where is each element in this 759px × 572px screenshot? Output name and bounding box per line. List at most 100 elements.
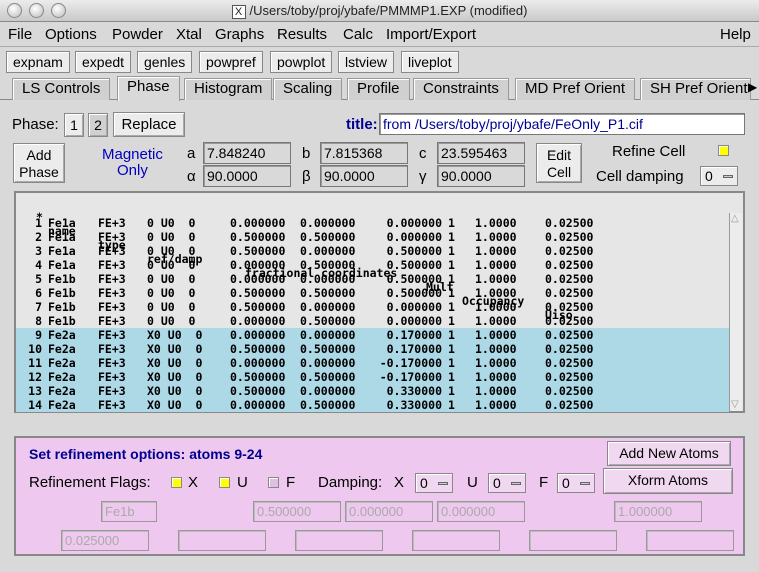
atom-row[interactable]: 1 Fe1a FE+3 0 U0 0 0.000000 0.000000 0.000000 1… (16, 216, 729, 230)
atom-cell-x: 0.000000 (230, 328, 286, 342)
atom-cell-y: 0.000000 (300, 328, 356, 342)
menu-powder[interactable]: Powder (112, 26, 163, 43)
cell-damping-value: 0 (705, 168, 713, 184)
menu-graphs[interactable]: Graphs (215, 26, 264, 43)
atom-cell-z: 0.000000 (386, 314, 442, 328)
tab-ls-controls[interactable]: LS Controls (12, 78, 111, 100)
atom-cell-z: 0.500000 (386, 258, 442, 272)
tab-scaling[interactable]: Scaling (273, 78, 343, 100)
atom-row[interactable]: 5 Fe1b FE+3 0 U0 0 0.000000 0.000000 0.500000 1… (16, 272, 729, 286)
atom-cell-ref: 0 U0 0 (147, 286, 196, 300)
atom-cell-name: Fe1a (48, 258, 76, 272)
atom-row[interactable]: 9 Fe2a FE+3 X0 U0 0 0.000000 0.000000 0.170000… (16, 328, 729, 342)
powplot-button[interactable]: powplot (270, 51, 333, 73)
tab-md-pref-orient[interactable]: MD Pref Orient (515, 78, 636, 100)
atom-row[interactable]: 10 Fe2a FE+3 X0 U0 0 0.500000 0.500000 0.17000… (16, 342, 729, 356)
empty-field-2[interactable] (295, 530, 383, 551)
tab-histogram[interactable]: Histogram (184, 78, 273, 100)
cell-damping-menu[interactable]: 0 (700, 166, 738, 186)
lstview-button[interactable]: lstview (338, 51, 395, 73)
menubar: File Options Powder Xtal Graphs Results … (0, 23, 759, 47)
atom-cell-name: Fe1b (48, 286, 76, 300)
atom-cell-type: FE+3 (98, 272, 126, 286)
atom-cell-name: Fe2a (48, 328, 76, 342)
atom-z-field[interactable]: 0.000000 (437, 501, 525, 522)
atom-row[interactable]: 11 Fe2a FE+3 X0 U0 0 0.000000 0.000000 -0.1700… (16, 356, 729, 370)
menu-help[interactable]: Help (720, 26, 751, 43)
atom-cell-ref: X0 U0 0 (147, 384, 203, 398)
refine-cell-checkbox[interactable] (718, 145, 729, 156)
tab-scroll-right-icon[interactable]: ▶ (748, 80, 757, 94)
menu-options[interactable]: Options (45, 26, 97, 43)
atom-y-field[interactable]: 0.000000 (345, 501, 433, 522)
damp-u-menu[interactable]: 0 (488, 473, 526, 493)
atom-row[interactable]: 8 Fe1b FE+3 0 U0 0 0.000000 0.500000 0.000000 1… (16, 314, 729, 328)
atom-cell-uiso: 0.02500 (545, 230, 594, 244)
atom-cell-mult: 1 (448, 286, 455, 300)
flag-x-checkbox[interactable] (171, 477, 182, 488)
replace-button[interactable]: Replace (113, 112, 185, 137)
edit-cell-button[interactable]: Edit Cell (536, 143, 582, 183)
powpref-button[interactable]: powpref (199, 51, 263, 73)
expedt-button[interactable]: expedt (75, 51, 132, 73)
atom-uiso-field[interactable]: 0.025000 (61, 530, 149, 551)
atom-occupancy-field[interactable]: 1.000000 (614, 501, 702, 522)
tab-constraints[interactable]: Constraints (413, 78, 509, 100)
empty-field-3[interactable] (412, 530, 500, 551)
phase-1-button[interactable]: 1 (64, 113, 84, 137)
menu-xtal[interactable]: Xtal (176, 26, 202, 43)
atom-cell-mult: 1 (448, 398, 455, 412)
menu-file[interactable]: File (8, 26, 32, 43)
atom-row[interactable]: 3 Fe1a FE+3 0 U0 0 0.500000 0.000000 0.500000 1… (16, 244, 729, 258)
menu-results[interactable]: Results (277, 26, 327, 43)
empty-field-4[interactable] (529, 530, 617, 551)
empty-field-5[interactable] (646, 530, 734, 551)
phase-title-input[interactable]: from /Users/toby/proj/ybafe/FeOnly_P1.ci… (379, 113, 745, 135)
damp-f-menu[interactable]: 0 (557, 473, 595, 493)
atom-row[interactable]: 13 Fe2a FE+3 X0 U0 0 0.500000 0.000000 0.33000… (16, 384, 729, 398)
damp-f-value: 0 (562, 475, 570, 491)
atom-cell-x: 0.500000 (230, 230, 286, 244)
damp-x-menu[interactable]: 0 (415, 473, 453, 493)
tab-profile[interactable]: Profile (347, 78, 410, 100)
atom-cell-z: 0.000000 (386, 300, 442, 314)
atom-cell-n: 2 (35, 230, 42, 244)
flag-f-checkbox[interactable] (268, 477, 279, 488)
atom-cell-y: 0.500000 (300, 230, 356, 244)
add-new-atoms-button[interactable]: Add New Atoms (607, 441, 731, 466)
flag-u-checkbox[interactable] (219, 477, 230, 488)
atom-row[interactable]: 4 Fe1a FE+3 0 U0 0 0.000000 0.500000 0.500000 1… (16, 258, 729, 272)
empty-field-1[interactable] (178, 530, 266, 551)
atom-x-field[interactable]: 0.500000 (253, 501, 341, 522)
atom-cell-z: 0.000000 (386, 216, 442, 230)
atom-row[interactable]: 14 Fe2a FE+3 X0 U0 0 0.000000 0.500000 0.33000… (16, 398, 729, 412)
scroll-down-icon[interactable]: ▽ (731, 399, 739, 410)
cell-gamma-label: γ (419, 168, 427, 185)
atom-cell-ref: 0 U0 0 (147, 272, 196, 286)
atom-cell-type: FE+3 (98, 384, 126, 398)
atom-cell-y: 0.000000 (300, 300, 356, 314)
scroll-up-icon[interactable]: △ (731, 213, 739, 224)
atom-list[interactable]: * name type ref/damp fractional coordina… (14, 191, 745, 413)
atom-name-field[interactable]: Fe1b (101, 501, 157, 522)
genles-button[interactable]: genles (137, 51, 193, 73)
atom-row[interactable]: 7 Fe1b FE+3 0 U0 0 0.500000 0.000000 0.000000 1… (16, 300, 729, 314)
liveplot-button[interactable]: liveplot (401, 51, 459, 73)
atom-row[interactable]: 2 Fe1a FE+3 0 U0 0 0.500000 0.500000 0.000000 1… (16, 230, 729, 244)
atom-row[interactable]: 6 Fe1b FE+3 0 U0 0 0.500000 0.500000 0.500000 1… (16, 286, 729, 300)
atom-cell-mult: 1 (448, 328, 455, 342)
atom-cell-x: 0.500000 (230, 244, 286, 258)
menu-calc[interactable]: Calc (343, 26, 373, 43)
atom-cell-n: 10 (28, 342, 42, 356)
phase-2-button[interactable]: 2 (88, 113, 108, 137)
atom-row[interactable]: 12 Fe2a FE+3 X0 U0 0 0.500000 0.500000 -0.1700… (16, 370, 729, 384)
atom-cell-z: 0.170000 (386, 342, 442, 356)
atom-list-scrollbar[interactable]: △ ▽ (729, 213, 742, 411)
add-phase-button[interactable]: Add Phase (13, 143, 65, 183)
xform-atoms-button[interactable]: Xform Atoms (603, 468, 733, 494)
tab-sh-pref-orient[interactable]: SH Pref Orient (640, 78, 751, 100)
tab-phase[interactable]: Phase (117, 76, 180, 101)
x11-icon: X (231, 5, 246, 19)
expnam-button[interactable]: expnam (6, 51, 70, 73)
menu-import-export[interactable]: Import/Export (386, 26, 476, 43)
